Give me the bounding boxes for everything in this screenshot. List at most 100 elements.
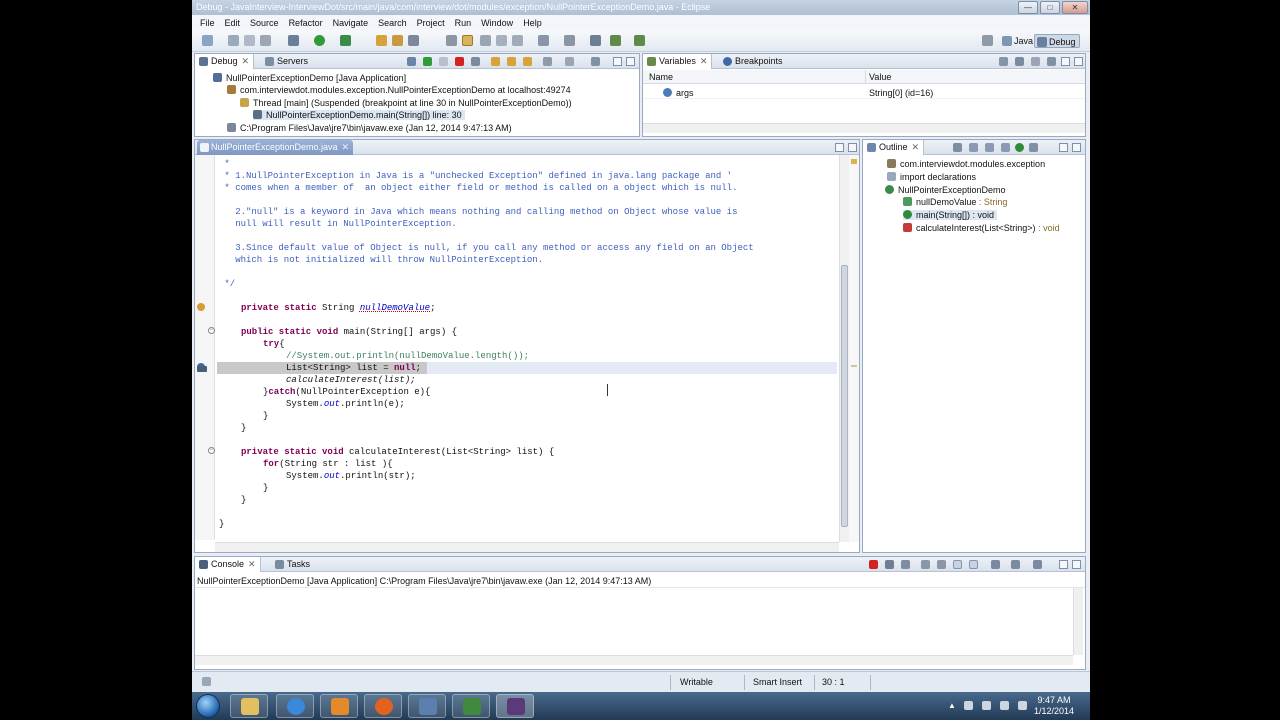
drop-to-frame-icon[interactable] xyxy=(543,57,552,66)
maximize-button[interactable]: □ xyxy=(1040,1,1060,14)
code-line[interactable]: private static void calculateInterest(Li… xyxy=(241,446,554,458)
tab-debug[interactable]: Debug ✕ xyxy=(195,54,255,69)
minimize-editor-button[interactable] xyxy=(835,143,844,152)
outline-class[interactable]: NullPointerExceptionDemo xyxy=(885,185,1006,195)
close-icon[interactable]: ✕ xyxy=(700,56,708,66)
tree-launch[interactable]: NullPointerExceptionDemo [Java Applicati… xyxy=(213,73,406,83)
hide-fields-icon[interactable] xyxy=(969,143,978,152)
taskbar-firefox[interactable] xyxy=(364,694,402,718)
view-menu-icon[interactable] xyxy=(591,57,600,66)
code-line[interactable]: //System.out.println(nullDemoValue.lengt… xyxy=(286,350,529,362)
open-perspective-icon[interactable] xyxy=(982,35,993,46)
minimize-view-button[interactable] xyxy=(1059,143,1068,152)
minimize-view-button[interactable] xyxy=(613,57,622,66)
show-whitespace-icon[interactable] xyxy=(496,35,507,46)
remove-all-terminated-icon[interactable] xyxy=(901,560,910,569)
overview-marker[interactable] xyxy=(851,365,857,367)
code-line[interactable]: which is not initialized will throw Null… xyxy=(219,254,543,266)
show-logical-structure-icon[interactable] xyxy=(1015,57,1024,66)
close-icon[interactable]: ✕ xyxy=(912,142,920,152)
tab-outline[interactable]: Outline ✕ xyxy=(863,140,925,155)
menu-help[interactable]: Help xyxy=(518,18,547,28)
disconnect-icon[interactable] xyxy=(471,57,480,66)
tree-vm[interactable]: com.interviewdot.modules.exception.NullP… xyxy=(227,85,571,95)
editor-left-ruler[interactable]: − − xyxy=(195,155,215,540)
network-icon[interactable] xyxy=(1000,701,1009,710)
search-icon[interactable] xyxy=(408,35,419,46)
outline-method-main[interactable]: main(String[]) : void xyxy=(903,210,998,220)
hide-local-types-icon[interactable] xyxy=(1015,143,1024,152)
terminate-icon[interactable] xyxy=(869,560,878,569)
toggle-annotation-icon[interactable] xyxy=(446,35,457,46)
open-type-icon[interactable] xyxy=(376,35,387,46)
code-line[interactable]: } xyxy=(263,482,268,494)
close-icon[interactable]: ✕ xyxy=(342,142,350,152)
code-line[interactable]: try{ xyxy=(263,338,285,350)
perspective-debug[interactable]: Debug xyxy=(1034,34,1080,48)
tray-icon[interactable] xyxy=(982,701,991,710)
editor-horizontal-scrollbar[interactable] xyxy=(215,542,839,552)
code-line[interactable]: System.out.println(str); xyxy=(286,470,416,482)
taskbar-explorer[interactable] xyxy=(230,694,268,718)
outline-package[interactable]: com.interviewdot.modules.exception xyxy=(887,159,1045,169)
code-line[interactable]: System.out.println(e); xyxy=(286,398,405,410)
column-value[interactable]: Value xyxy=(869,72,891,82)
menu-edit[interactable]: Edit xyxy=(220,18,246,28)
show-on-error-icon[interactable] xyxy=(969,560,978,569)
show-type-names-icon[interactable] xyxy=(999,57,1008,66)
open-console-icon[interactable] xyxy=(1033,560,1042,569)
outline-field[interactable]: nullDemoValue : String xyxy=(903,197,1007,207)
perspective-java[interactable]: Java xyxy=(1000,34,1036,48)
maximize-view-button[interactable] xyxy=(626,57,635,66)
code-line[interactable]: } xyxy=(241,494,246,506)
code-line[interactable]: private static String nullDemoValue; xyxy=(241,302,435,314)
show-hidden-icons-icon[interactable]: ▲ xyxy=(948,701,957,710)
next-annotation-icon[interactable] xyxy=(538,35,549,46)
code-line[interactable]: * xyxy=(219,158,229,170)
pin-console-icon[interactable] xyxy=(991,560,1000,569)
maximize-view-button[interactable] xyxy=(1072,143,1081,152)
hide-non-public-icon[interactable] xyxy=(1001,143,1010,152)
last-edit-icon[interactable] xyxy=(590,35,601,46)
view-menu-icon[interactable] xyxy=(1029,143,1038,152)
code-line[interactable]: 2."null" is a keyword in Java which mean… xyxy=(219,206,737,218)
menu-search[interactable]: Search xyxy=(373,18,412,28)
tray-icon[interactable] xyxy=(964,701,973,710)
variables-horizontal-scrollbar[interactable] xyxy=(643,123,1085,133)
print-icon[interactable] xyxy=(260,35,271,46)
taskbar-eclipse[interactable] xyxy=(496,694,534,718)
save-icon[interactable] xyxy=(228,35,239,46)
run-icon[interactable] xyxy=(314,35,325,46)
tab-variables[interactable]: Variables ✕ xyxy=(643,54,713,69)
tab-servers[interactable]: Servers xyxy=(261,54,312,69)
console-vertical-scrollbar[interactable] xyxy=(1073,588,1083,655)
hide-static-icon[interactable] xyxy=(985,143,994,152)
outline-method-calculate[interactable]: calculateInterest(List<String>) : void xyxy=(903,223,1060,233)
remove-launch-icon[interactable] xyxy=(885,560,894,569)
block-selection-icon[interactable] xyxy=(480,35,491,46)
overview-ruler[interactable] xyxy=(849,155,859,542)
code-line[interactable]: public static void main(String[] args) { xyxy=(241,326,457,338)
menu-run[interactable]: Run xyxy=(450,18,477,28)
console-horizontal-scrollbar[interactable] xyxy=(195,655,1073,665)
save-all-icon[interactable] xyxy=(244,35,255,46)
menu-source[interactable]: Source xyxy=(245,18,284,28)
close-icon[interactable]: ✕ xyxy=(248,559,256,569)
minimize-view-button[interactable] xyxy=(1059,560,1068,569)
close-button[interactable]: ✕ xyxy=(1062,1,1088,14)
column-name[interactable]: Name xyxy=(649,72,673,82)
debug-icon[interactable] xyxy=(288,35,299,46)
resume-icon[interactable] xyxy=(423,57,432,66)
tab-console[interactable]: Console ✕ xyxy=(195,557,261,572)
tab-editor-file[interactable]: NullPointerExceptionDemo.java ✕ xyxy=(197,140,354,155)
back-icon[interactable] xyxy=(610,35,621,46)
menu-window[interactable]: Window xyxy=(476,18,518,28)
taskbar-clock[interactable]: 9:47 AM 1/12/2014 xyxy=(1034,695,1074,717)
overview-warning-marker[interactable] xyxy=(851,159,857,164)
prev-annotation-icon[interactable] xyxy=(564,35,575,46)
code-line[interactable]: */ xyxy=(219,278,235,290)
remove-terminated-icon[interactable] xyxy=(407,57,416,66)
minimize-button[interactable]: — xyxy=(1018,1,1038,14)
step-over-icon[interactable] xyxy=(507,57,516,66)
scroll-lock-icon[interactable] xyxy=(937,560,946,569)
